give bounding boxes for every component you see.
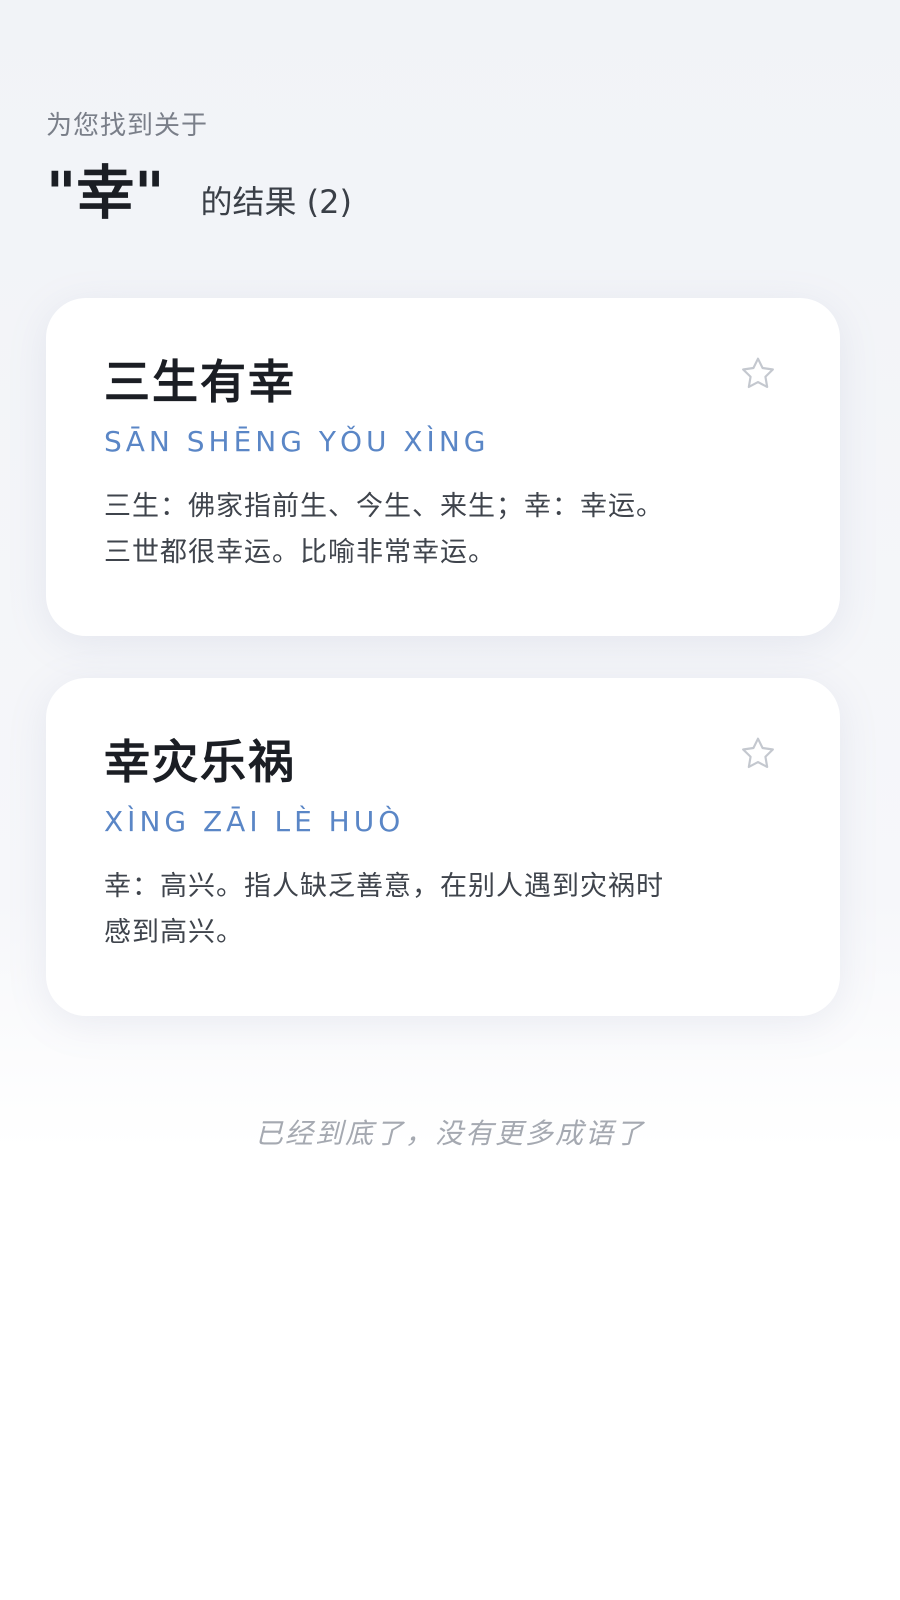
idiom-pinyin: SĀN SHĒNG YǑU XÌNG bbox=[104, 425, 490, 458]
result-count-label: 的结果 (2) bbox=[200, 183, 352, 221]
header-title-row: "幸" 的结果 (2) bbox=[46, 158, 866, 228]
results-list: 三生有幸 SĀN SHĒNG YǑU XÌNG 三生：佛家指前生、今生、来生；幸… bbox=[46, 298, 840, 1058]
idiom-card[interactable]: 幸灾乐祸 XÌNG ZĀI LÈ HUÒ 幸：高兴。指人缺乏善意，在别人遇到灾祸… bbox=[46, 678, 840, 1016]
idiom-pinyin: XÌNG ZĀI LÈ HUÒ bbox=[104, 805, 405, 838]
favorite-button[interactable] bbox=[736, 732, 780, 776]
results-header: 为您找到关于 "幸" 的结果 (2) bbox=[46, 108, 866, 228]
idiom-description: 三生：佛家指前生、今生、来生；幸：幸运。三世都很幸运。比喻非常幸运。 bbox=[104, 491, 664, 568]
idiom-card[interactable]: 三生有幸 SĀN SHĒNG YǑU XÌNG 三生：佛家指前生、今生、来生；幸… bbox=[46, 298, 840, 636]
search-query: "幸" bbox=[46, 159, 165, 227]
idiom-title: 三生有幸 bbox=[104, 355, 296, 409]
end-of-list-note: 已经到底了，没有更多成语了 bbox=[254, 1117, 645, 1150]
favorite-button[interactable] bbox=[736, 352, 780, 396]
star-outline-icon bbox=[742, 357, 774, 389]
idiom-title: 幸灾乐祸 bbox=[104, 735, 296, 789]
star-outline-icon bbox=[742, 737, 774, 769]
header-subtitle: 为您找到关于 bbox=[46, 111, 209, 141]
idiom-description: 幸：高兴。指人缺乏善意，在别人遇到灾祸时感到高兴。 bbox=[104, 871, 664, 948]
